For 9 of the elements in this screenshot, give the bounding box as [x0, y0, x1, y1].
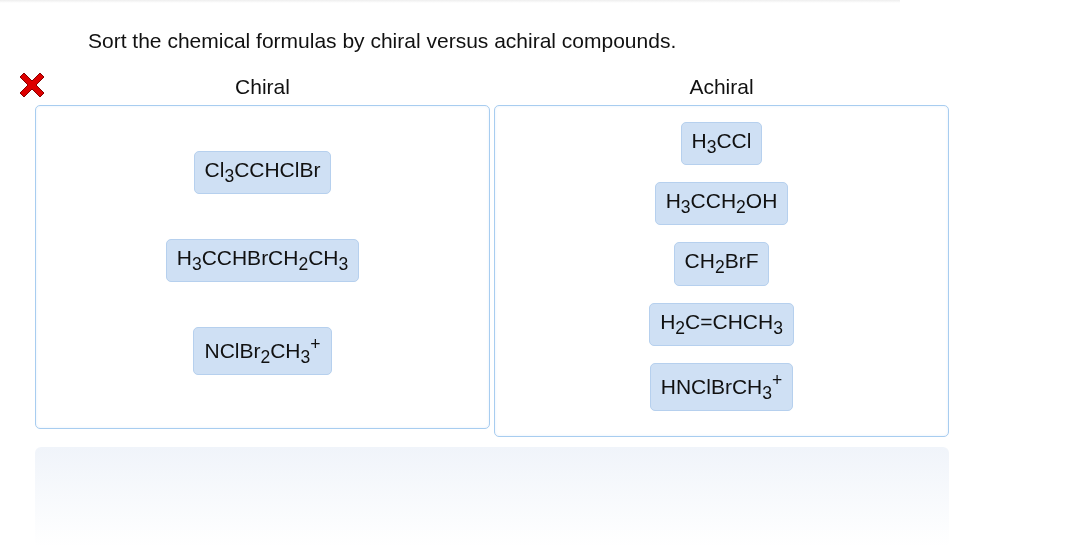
formula-tile[interactable]: H$_{3}$CCl	[680, 122, 763, 166]
question-prompt: Sort the chemical formulas by chiral versus achiral compounds.	[88, 29, 678, 53]
formula-tile[interactable]: CH$_{2}$BrF	[673, 242, 770, 286]
bin-heading: Achiral	[688, 75, 755, 100]
bin-heading: Chiral	[234, 75, 291, 100]
formula-tile[interactable]: Cl$_{3}$CCHClBr	[193, 150, 332, 195]
formula-tile[interactable]: H$_{3}$CCHBrCH$_{2}$CH$_{3}$	[165, 238, 360, 283]
formula-tile[interactable]: H$_{3}$CCH$_{2}$OH	[654, 182, 789, 226]
formula-tile[interactable]: H$_{2}$C=CHCH$_{3}$	[649, 302, 794, 346]
